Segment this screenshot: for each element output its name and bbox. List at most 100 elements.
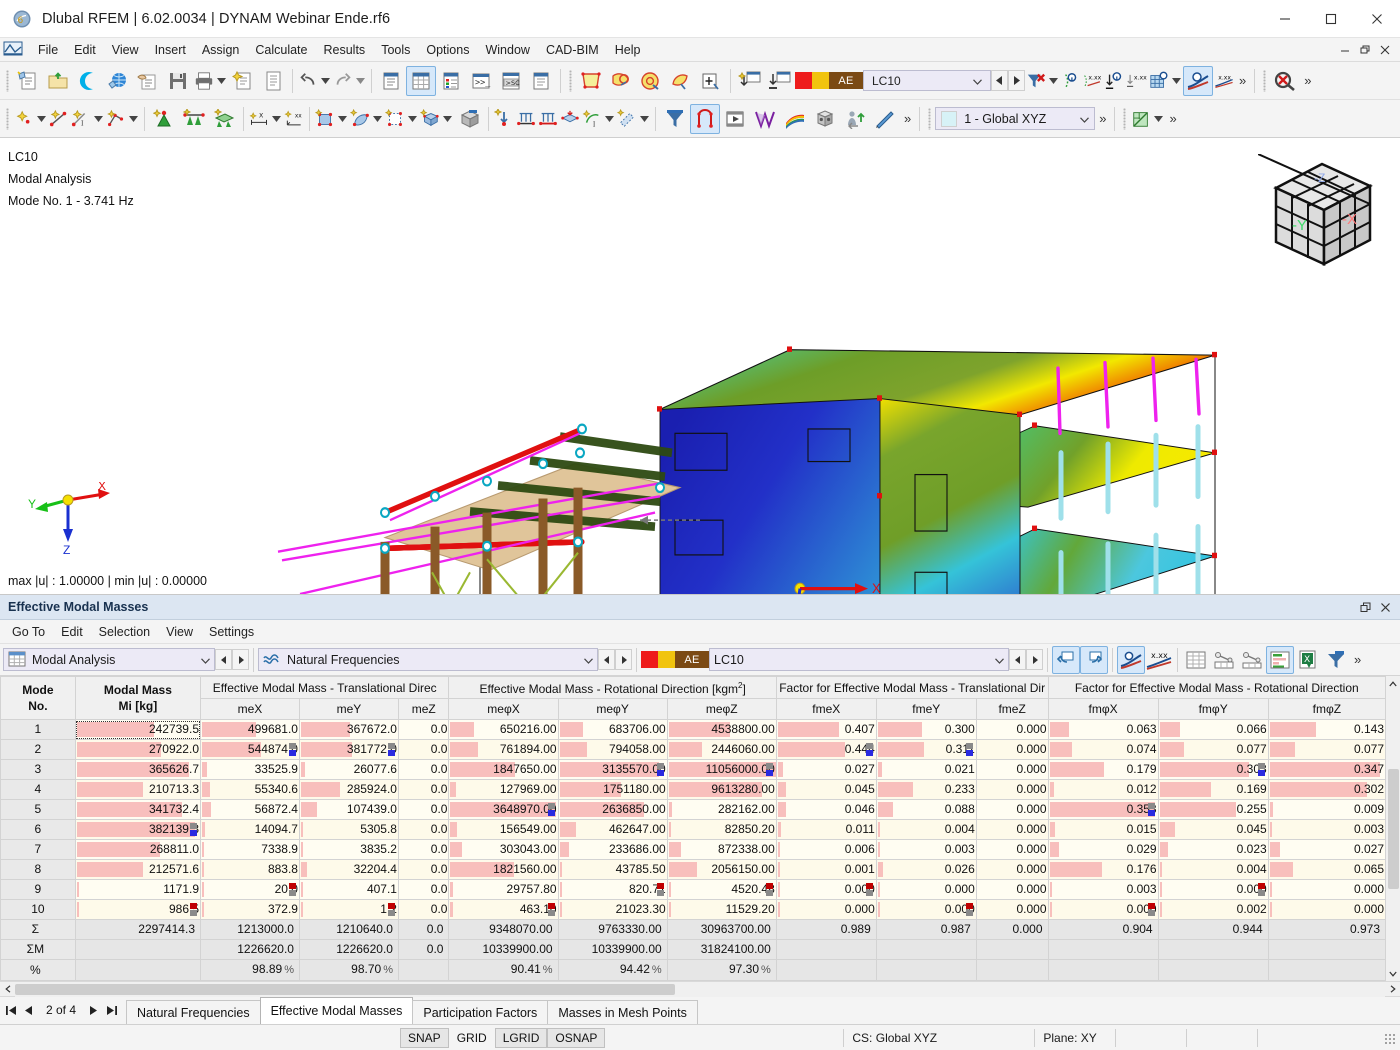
table-cell[interactable]: 0.011	[775, 819, 877, 840]
table-cell[interactable]: 499681.0	[200, 719, 300, 740]
table-cell[interactable]: 4538800.00	[666, 719, 777, 740]
table-cell[interactable]: 0.255	[1157, 799, 1269, 820]
table-cell[interactable]: 26077.6	[298, 759, 399, 780]
resize-grip[interactable]	[1381, 1030, 1397, 1046]
menu-help[interactable]: Help	[607, 40, 649, 60]
dimension-dropdown-icon[interactable]	[270, 104, 283, 134]
tab-masses-in-mesh-points[interactable]: Masses in Mesh Points	[547, 1000, 698, 1024]
scroll-left-button[interactable]	[0, 982, 15, 997]
show-result-values-xxx-icon[interactable]: x.xx	[1145, 646, 1173, 674]
table-cell[interactable]: 107439.0	[298, 799, 399, 820]
select-freehand-icon[interactable]	[666, 66, 696, 96]
table-cell[interactable]: 0.074	[1047, 739, 1159, 760]
table-cell[interactable]: 156549.00	[448, 819, 559, 840]
zoom-reset-icon[interactable]	[1270, 66, 1300, 96]
line-load-icon[interactable]	[537, 104, 559, 134]
table-cell[interactable]: 285924.0	[298, 779, 399, 800]
table-cell[interactable]: 3835.2	[298, 839, 399, 860]
table-cell[interactable]: 0.077	[1267, 739, 1385, 760]
table-cell[interactable]: 242739.5	[74, 719, 202, 740]
table-cell[interactable]: 0.045	[775, 779, 877, 800]
table-cell[interactable]: 761894.00	[448, 739, 559, 760]
row-header-mode-no[interactable]: 9	[0, 879, 76, 900]
results-table-scroll[interactable]: Mode No. Modal Mass Mi [kg] Effective Mo…	[0, 676, 1385, 981]
color-spectrum-icon[interactable]	[780, 104, 810, 134]
table-cell[interactable]: 0.169	[1157, 779, 1269, 800]
surface-results-dropdown-icon[interactable]	[1170, 66, 1183, 96]
surface-load-icon[interactable]	[559, 104, 581, 134]
table-cell[interactable]: 2056150.00	[666, 859, 777, 880]
new-opening-dropdown-icon[interactable]	[406, 104, 419, 134]
menu-options[interactable]: Options	[418, 40, 477, 60]
table-cell[interactable]: 820.71	[557, 879, 668, 900]
table-cell[interactable]: 0.300	[875, 719, 977, 740]
table-cell[interactable]: 0.065	[1267, 859, 1385, 880]
script-console-icon[interactable]: >SC	[496, 66, 526, 96]
new-node-dropdown-icon[interactable]	[35, 104, 48, 134]
show-bar-diagrams-icon[interactable]	[1266, 645, 1294, 674]
table-type-combo[interactable]: Natural Frequencies	[258, 648, 598, 671]
toolbar-grip[interactable]	[567, 68, 574, 94]
table-row[interactable]: 5 341732.4 56872.4 107439.0 0.0 3648970.00 263…	[0, 799, 1385, 820]
toolbar-grip[interactable]	[1121, 106, 1128, 132]
menu-assign[interactable]: Assign	[194, 40, 248, 60]
clear-results-filter-icon[interactable]	[1025, 66, 1047, 96]
tab-effective-modal-masses[interactable]: Effective Modal Masses	[259, 997, 414, 1024]
panel-load-case-combo[interactable]: LC10	[709, 648, 1009, 671]
toolbar-grip[interactable]	[4, 106, 11, 132]
table-cell[interactable]: 0.063	[1047, 719, 1159, 740]
row-header-mode-no[interactable]: 1	[0, 719, 76, 740]
row-header-mode-no[interactable]: 8	[0, 859, 76, 880]
panel-menu-view[interactable]: View	[158, 622, 201, 642]
table-cell[interactable]: 0.176	[1047, 859, 1159, 880]
new-solid-dropdown-icon[interactable]	[441, 104, 454, 134]
table-cell[interactable]: 0.000	[975, 779, 1049, 800]
table-cell[interactable]: 11056000.00	[666, 759, 777, 780]
select-add-remove-icon[interactable]	[696, 66, 726, 96]
coordinate-system-combo[interactable]: 1 - Global XYZ	[935, 107, 1096, 130]
table-cell[interactable]: 3135570.00	[557, 759, 668, 780]
table-cell[interactable]: 0.353	[1047, 799, 1159, 820]
last-page-button[interactable]	[102, 999, 120, 1021]
chevron-down-icon[interactable]	[576, 653, 593, 667]
table-cell[interactable]: 127969.00	[448, 779, 559, 800]
table-row[interactable]: 3 365626.7 33525.9 26077.6 0.0 1847650.00 3135…	[0, 759, 1385, 780]
table-cell[interactable]: 0.001	[775, 859, 877, 880]
tab-natural-frequencies[interactable]: Natural Frequencies	[126, 1000, 261, 1024]
table-cell[interactable]: 0.302	[1267, 779, 1385, 800]
import-model-icon[interactable]	[133, 66, 163, 96]
close-button[interactable]	[1354, 0, 1400, 38]
menu-calculate[interactable]: Calculate	[247, 40, 315, 60]
panel-color-swatch-red[interactable]	[641, 651, 658, 668]
table-cell[interactable]: 0.0	[397, 899, 450, 920]
panel-menu-goto[interactable]: Go To	[4, 622, 53, 642]
table-cell[interactable]: 0.000	[1157, 879, 1269, 900]
chevron-down-icon[interactable]	[969, 74, 986, 88]
panel-loadcase-prev-button[interactable]	[1009, 649, 1026, 670]
table-row[interactable]: 1 242739.5 499681.0 367672.0 0.0 650216.00 683…	[0, 719, 1385, 740]
table-filter-icon[interactable]	[1322, 646, 1350, 674]
table-cell[interactable]: 0.000	[975, 859, 1049, 880]
table-cell[interactable]: 0.0	[397, 859, 450, 880]
console-panel-icon[interactable]: >>_	[466, 66, 496, 96]
work-plane-dropdown-icon[interactable]	[1152, 104, 1165, 134]
table-row[interactable]: 8 212571.6 883.8 32204.4 0.0 1821560.00 43785.…	[0, 859, 1385, 880]
table-cell[interactable]: 0.000	[975, 879, 1049, 900]
table-cell[interactable]: 0.026	[875, 859, 977, 880]
dimension-x-icon[interactable]: X	[248, 104, 270, 134]
new-member-icon[interactable]: I	[70, 104, 92, 134]
table-row[interactable]: 2 270922.0 544874.0 381772.0 0.0 761894.00 794…	[0, 739, 1385, 760]
scroll-thumb-vertical[interactable]	[1387, 768, 1399, 889]
table-cell[interactable]: 0.000	[975, 899, 1049, 920]
panel-restore-button[interactable]	[1356, 598, 1374, 616]
print-dropdown-icon[interactable]	[215, 66, 228, 96]
panel-menu-edit[interactable]: Edit	[53, 622, 91, 642]
new-solid-icon[interactable]	[419, 104, 441, 134]
render-model-icon[interactable]	[690, 103, 720, 134]
table-cell[interactable]: 986.5	[74, 899, 202, 920]
table-cell[interactable]: 0.066	[1157, 719, 1269, 740]
toolbar-overflow-button-5[interactable]: »	[1165, 111, 1180, 126]
mdi-restore-button[interactable]	[1356, 41, 1374, 59]
table-cell[interactable]: 365626.7	[74, 759, 202, 780]
load-case-next-button[interactable]	[1008, 70, 1025, 91]
